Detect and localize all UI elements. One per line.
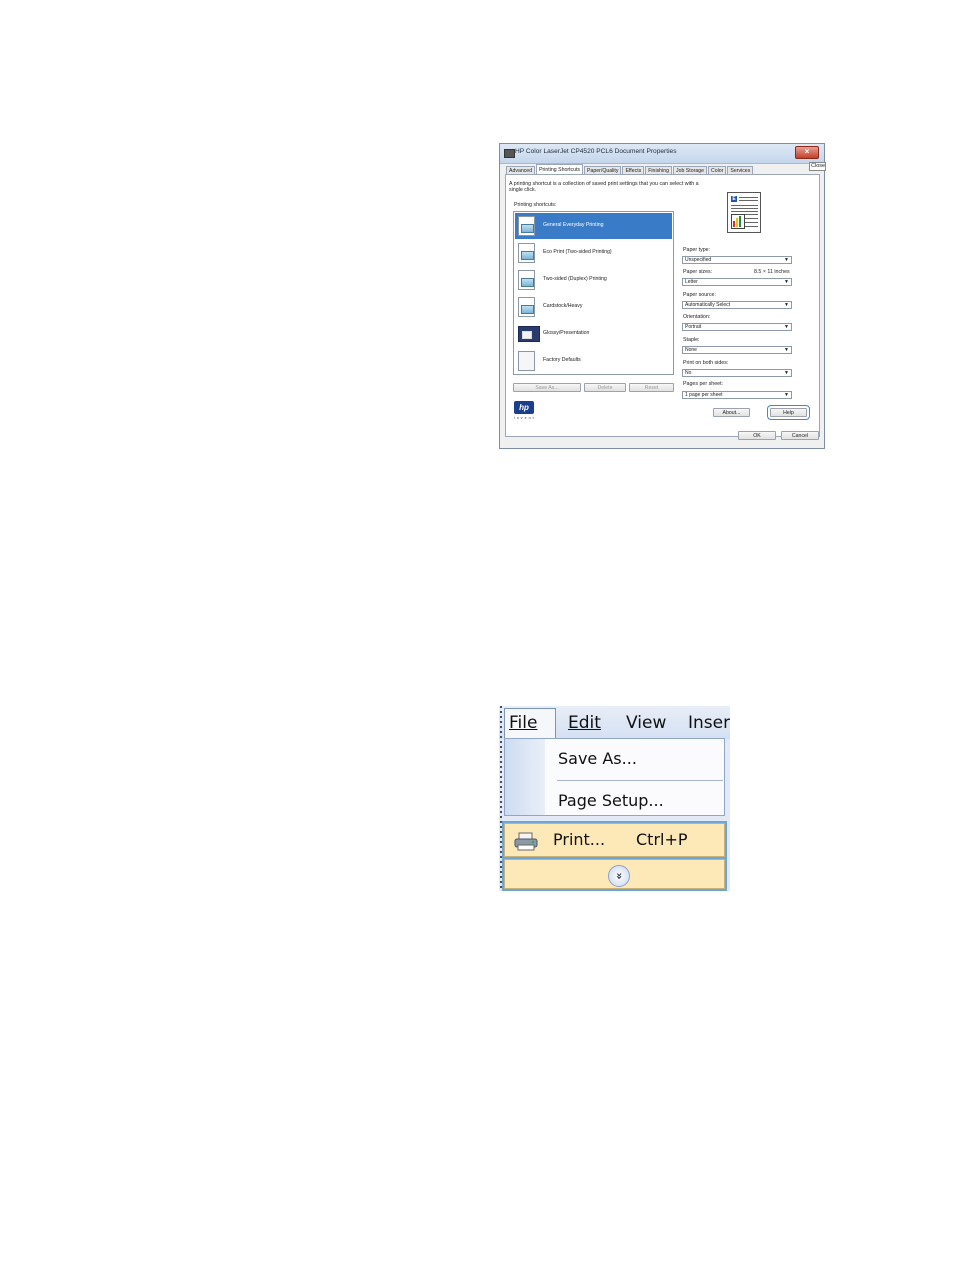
paper-source-select[interactable]: Automatically Select ▼ <box>682 301 792 309</box>
paper-sizes-label: Paper sizes: <box>683 269 713 275</box>
shortcut-general-everyday[interactable]: General Everyday Printing <box>515 213 672 239</box>
menu-separator <box>557 780 723 781</box>
printer-icon <box>504 149 515 158</box>
dropdown-arrow-icon: ▼ <box>784 392 789 398</box>
about-button[interactable]: About... <box>713 408 750 417</box>
shortcut-label: Eco Print (Two-sided Printing) <box>543 249 612 255</box>
staple-select[interactable]: None ▼ <box>682 346 792 354</box>
paper-size-select[interactable]: Letter ▼ <box>682 278 792 286</box>
orientation-select[interactable]: Portrait ▼ <box>682 323 792 331</box>
menu-file[interactable]: File <box>509 713 537 733</box>
menu-file-label: File <box>509 713 538 733</box>
blank-page-icon <box>518 351 535 371</box>
shortcut-description: A printing shortcut is a collection of s… <box>509 181 699 193</box>
shortcut-factory-defaults[interactable]: Factory Defaults <box>515 348 672 374</box>
file-dropdown: Save As... Page Setup... <box>504 738 725 816</box>
shortcut-label: Two-sided (Duplex) Printing <box>543 276 607 282</box>
pages-per-sheet-value: 1 page per sheet <box>685 392 723 398</box>
duplex-document-icon <box>518 243 535 263</box>
paper-type-label: Paper type: <box>683 247 711 253</box>
dialog-title: HP Color LaserJet CP4520 PCL6 Document P… <box>515 148 677 155</box>
orientation-label: Orientation: <box>683 314 711 320</box>
presentation-icon <box>518 326 540 342</box>
shortcut-two-sided[interactable]: Two-sided (Duplex) Printing <box>515 267 672 293</box>
ok-button[interactable]: OK <box>738 431 776 440</box>
title-bar: HP Color LaserJet CP4520 PCL6 Document P… <box>500 144 824 164</box>
cardstock-icon <box>518 297 535 317</box>
close-tooltip: Close <box>809 162 826 171</box>
menu-insert-label: Inser <box>688 713 730 733</box>
shortcut-cardstock[interactable]: Cardstock/Heavy <box>515 294 672 320</box>
menu-gutter <box>505 739 545 815</box>
file-menu-crop: File Edit View Inser Save As... Page Set… <box>499 706 730 891</box>
help-button[interactable]: Help <box>767 405 810 420</box>
pages-per-sheet-label: Pages per sheet: <box>683 381 724 387</box>
chevron-down-icon[interactable]: » <box>608 865 630 887</box>
cancel-button[interactable]: Cancel <box>781 431 819 440</box>
shortcut-glossy[interactable]: Glossy/Presentation <box>515 321 672 347</box>
pages-per-sheet-select[interactable]: 1 page per sheet ▼ <box>682 391 792 399</box>
menu-view-label: View <box>626 713 667 733</box>
both-sides-label: Print on both sides: <box>683 360 729 366</box>
print-shortcut: Ctrl+P <box>636 830 688 849</box>
document-properties-dialog: HP Color LaserJet CP4520 PCL6 Document P… <box>499 143 826 449</box>
shortcut-label: Factory Defaults <box>543 357 581 363</box>
hp-logo: hp <box>514 401 534 414</box>
close-icon[interactable]: × <box>795 146 819 159</box>
dropdown-arrow-icon: ▼ <box>784 257 789 263</box>
shortcut-list: General Everyday Printing Eco Print (Two… <box>513 211 674 375</box>
orientation-value: Portrait <box>685 324 702 330</box>
menu-edit[interactable]: Edit <box>568 713 601 733</box>
dropdown-arrow-icon: ▼ <box>784 347 789 353</box>
menu-expand-row[interactable]: » <box>502 857 727 891</box>
menu-view[interactable]: View <box>626 713 666 733</box>
dropdown-arrow-icon: ▼ <box>784 302 789 308</box>
shortcut-eco-print[interactable]: Eco Print (Two-sided Printing) <box>515 240 672 266</box>
page-preview-icon: E <box>727 192 761 233</box>
paper-size-dimensions: 8.5 × 11 inches <box>754 269 790 275</box>
menu-insert[interactable]: Inser <box>688 713 730 733</box>
save-as-button[interactable]: Save As... <box>513 383 581 392</box>
shortcut-label: General Everyday Printing <box>543 222 604 228</box>
dropdown-arrow-icon: ▼ <box>784 324 789 330</box>
dropdown-arrow-icon: ▼ <box>784 279 789 285</box>
paper-type-select[interactable]: Unspecified ▼ <box>682 256 792 264</box>
menu-item-print[interactable]: Print... Ctrl+P <box>502 821 727 859</box>
hp-tagline: invent <box>514 416 536 420</box>
menu-item-save-as[interactable]: Save As... <box>558 749 637 768</box>
both-sides-select[interactable]: No ▼ <box>682 369 792 377</box>
paper-source-label: Paper source: <box>683 292 716 298</box>
staple-value: None <box>685 347 697 353</box>
document-icon <box>518 216 535 236</box>
print-label: Print... <box>553 830 606 849</box>
printer-icon <box>514 832 538 851</box>
duplex-document-icon <box>518 270 535 290</box>
shortcut-label: Cardstock/Heavy <box>543 303 583 309</box>
shortcut-label: Glossy/Presentation <box>543 330 590 336</box>
delete-button[interactable]: Delete <box>584 383 626 392</box>
menu-item-page-setup[interactable]: Page Setup... <box>558 791 664 810</box>
staple-label: Staple: <box>683 337 700 343</box>
both-sides-value: No <box>685 370 692 376</box>
paper-type-value: Unspecified <box>685 257 712 263</box>
paper-size-value: Letter <box>685 279 698 285</box>
reset-button[interactable]: Reset <box>629 383 674 392</box>
dropdown-arrow-icon: ▼ <box>784 370 789 376</box>
toolbar-grip <box>500 706 502 891</box>
shortcuts-label: Printing shortcuts: <box>514 202 557 208</box>
menu-edit-label: Edit <box>568 713 601 733</box>
paper-source-value: Automatically Select <box>685 302 731 308</box>
